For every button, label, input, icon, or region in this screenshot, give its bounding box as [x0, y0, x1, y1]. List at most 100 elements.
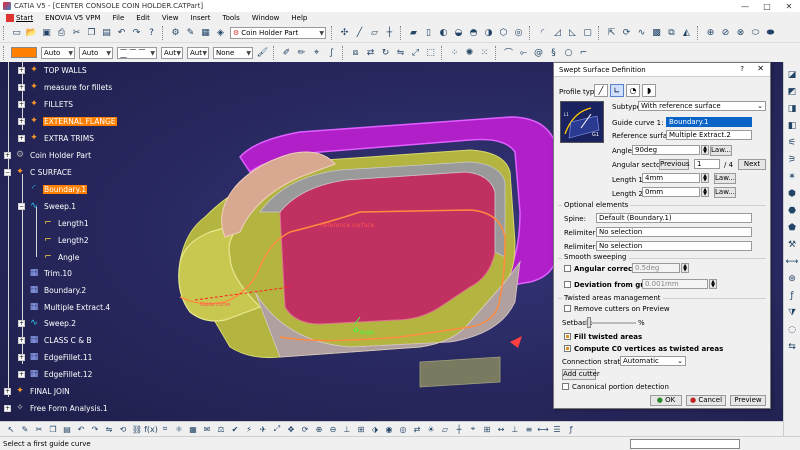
- affinity-icon[interactable]: ⬚: [424, 46, 437, 59]
- slot-icon[interactable]: ◑: [482, 26, 495, 39]
- profile-conic-icon[interactable]: ◗: [642, 84, 656, 97]
- deviation-spinner-icon[interactable]: ▲ ▼: [709, 279, 717, 289]
- tree-node-top-walls[interactable]: + ✦ TOP WALLS: [18, 63, 88, 77]
- mirror-icon[interactable]: ⇋: [103, 423, 115, 435]
- menu-tools[interactable]: Tools: [217, 14, 246, 22]
- command-input[interactable]: [630, 439, 740, 449]
- dialog-close-button[interactable]: ✕: [757, 64, 764, 73]
- tree-node-measure[interactable]: + ✦ measure for fillets: [18, 80, 113, 94]
- canonical-checkbox[interactable]: [562, 383, 569, 390]
- menu-start[interactable]: Start: [0, 14, 39, 22]
- zoom-in-icon[interactable]: ⊕: [313, 423, 325, 435]
- measure-icon[interactable]: ⟷: [786, 255, 799, 268]
- expand-icon[interactable]: +: [18, 319, 25, 327]
- profile-circle-icon[interactable]: ◔: [626, 84, 640, 97]
- split-icon[interactable]: ⊘: [719, 26, 732, 39]
- sketch-tool-icon[interactable]: ✎: [19, 423, 31, 435]
- tree-node-sweep-1[interactable]: − ∿ Sweep.1: [18, 199, 77, 213]
- tree-node-c-surface[interactable]: − ✦ C SURFACE: [4, 165, 73, 179]
- image-icon[interactable]: ▦: [199, 26, 212, 39]
- guide-curve-field[interactable]: Boundary.1: [666, 117, 752, 127]
- undo-tool-icon[interactable]: ↶: [75, 423, 87, 435]
- hide-show-icon[interactable]: ◎: [397, 423, 409, 435]
- rotate-view-icon[interactable]: ⟳: [299, 423, 311, 435]
- corner-icon[interactable]: ⌐: [577, 46, 590, 59]
- userpattern-icon[interactable]: ⁙: [478, 46, 491, 59]
- menu-edit[interactable]: Edit: [130, 14, 156, 22]
- surface-icon[interactable]: ⬟: [786, 221, 799, 234]
- tree-node-sweep-2[interactable]: + ∿ Sweep.2: [18, 316, 77, 330]
- length1-law-button[interactable]: Law...: [714, 173, 736, 184]
- blend-icon[interactable]: ◭: [680, 26, 693, 39]
- menu-view[interactable]: View: [156, 14, 185, 22]
- law-icon[interactable]: ƒ: [786, 289, 799, 302]
- sector-field[interactable]: 1: [694, 159, 720, 169]
- length1-spinner-icon[interactable]: ▲ ▼: [701, 173, 709, 183]
- tree-node-trim-10[interactable]: ▦ Trim.10: [28, 266, 73, 280]
- tree-node-class-c-b[interactable]: + ▦ CLASS C & B: [18, 333, 93, 347]
- length2-spinner-icon[interactable]: ▲ ▼: [701, 187, 709, 197]
- angular-correction-checkbox[interactable]: [564, 265, 571, 272]
- redo-tool-icon[interactable]: ↷: [89, 423, 101, 435]
- snap-icon[interactable]: ⌖: [467, 423, 479, 435]
- pattern-icon[interactable]: ⁘: [448, 46, 461, 59]
- connection-strategy-select[interactable]: Automatic ⌄: [620, 356, 686, 366]
- sketcher-icon[interactable]: ✐: [280, 46, 293, 59]
- length2-field[interactable]: 0mm: [642, 187, 700, 197]
- copy-icon[interactable]: ❐: [85, 26, 98, 39]
- expand-icon[interactable]: +: [18, 100, 25, 108]
- new-doc-icon[interactable]: ▭: [10, 26, 23, 39]
- tree-node-coin-holder-part[interactable]: + ⚙ Coin Holder Part: [4, 148, 92, 162]
- plane-toggle-icon[interactable]: ▱: [439, 423, 451, 435]
- length2-law-button[interactable]: Law...: [714, 187, 736, 198]
- previous-sector-button[interactable]: Previous: [659, 159, 690, 170]
- paste-tool-icon[interactable]: ▤: [61, 423, 73, 435]
- translate-icon[interactable]: ⇄: [364, 46, 377, 59]
- menu-window[interactable]: Window: [246, 14, 286, 22]
- profile-line-icon[interactable]: ∟: [610, 84, 624, 97]
- swap-space-icon[interactable]: ⇄: [411, 423, 423, 435]
- env-map-icon[interactable]: ⬢: [786, 187, 799, 200]
- length1-field[interactable]: 4mm: [642, 173, 700, 183]
- add-cutter-button[interactable]: Add cutter: [562, 369, 600, 380]
- tree-node-edgefillet-12[interactable]: + ▦ EdgeFillet.12: [18, 367, 93, 381]
- spine-field[interactable]: Default (Boundary.1): [596, 213, 752, 223]
- function-icon[interactable]: f(x): [144, 423, 158, 435]
- layer-combo[interactable]: None ▼: [213, 46, 253, 59]
- open-icon[interactable]: 📂: [25, 26, 38, 39]
- angle-spinner-icon[interactable]: ▲ ▼: [701, 145, 709, 155]
- highlight-icon[interactable]: ✶: [786, 170, 799, 183]
- expand-icon[interactable]: +: [18, 353, 25, 361]
- menu-enovia[interactable]: ENOVIA V5 VPM: [39, 14, 106, 22]
- preview-button[interactable]: Preview: [730, 395, 766, 406]
- tree-node-boundary-1[interactable]: ◜ Boundary.1: [18, 182, 88, 196]
- render-icon[interactable]: ☀: [425, 423, 437, 435]
- catalog-icon[interactable]: ☰: [551, 423, 563, 435]
- expand-icon[interactable]: +: [4, 404, 11, 412]
- rotate-icon[interactable]: ↻: [379, 46, 392, 59]
- circpattern-icon[interactable]: ✺: [463, 46, 476, 59]
- check-icon[interactable]: ✔: [229, 423, 241, 435]
- relimiter2-field[interactable]: No selection: [596, 241, 752, 251]
- tree-node-length1[interactable]: ⌐ Length1: [42, 216, 90, 230]
- tree-node-edgefillet-11[interactable]: + ▦ EdgeFillet.11: [18, 350, 93, 364]
- symmetry-icon[interactable]: ⇋: [394, 46, 407, 59]
- cut-icon[interactable]: ✂: [70, 26, 83, 39]
- reflect-icon[interactable]: ⚞: [786, 153, 799, 166]
- cancel-button[interactable]: ● Cancel: [686, 395, 726, 406]
- draft-analysis-icon[interactable]: ◨: [786, 102, 799, 115]
- fit-all-icon[interactable]: ⤢: [271, 423, 283, 435]
- axis-toggle-icon[interactable]: ┼: [453, 423, 465, 435]
- update-icon[interactable]: ⟲: [117, 423, 129, 435]
- collapse-icon[interactable]: −: [4, 168, 11, 176]
- shaft-icon[interactable]: ◐: [437, 26, 450, 39]
- swap-icon[interactable]: ⇆: [786, 340, 799, 353]
- dialog-title-bar[interactable]: Swept Surface Definition ? ✕: [554, 63, 770, 77]
- rib-icon[interactable]: ◓: [467, 26, 480, 39]
- pan-icon[interactable]: ✥: [285, 423, 297, 435]
- setback-slider-handle[interactable]: [587, 317, 591, 328]
- hole-icon[interactable]: ◎: [512, 26, 525, 39]
- reaction-icon[interactable]: ⚡: [243, 423, 255, 435]
- menu-file[interactable]: File: [107, 14, 131, 22]
- expand-icon[interactable]: +: [18, 336, 25, 344]
